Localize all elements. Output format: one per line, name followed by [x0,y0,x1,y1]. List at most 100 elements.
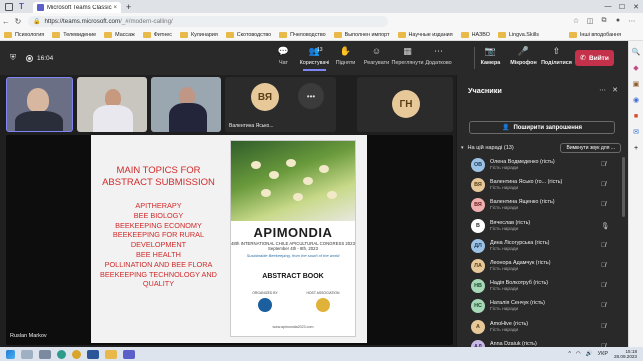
host-association-label: HOST ASSOCIATION [306,291,340,295]
bookmark-folder[interactable]: Скотоводство [225,31,271,38]
view-button[interactable]: ▦ Переглянути [392,45,424,66]
word-icon[interactable] [87,349,99,359]
speaker-icon[interactable]: 🔊 [586,351,593,357]
participants-panel: Учасники ⋯ ✕ 👤 Поширити запрошення ▾ На … [456,75,629,354]
chrome-icon[interactable] [72,349,81,359]
participant-row[interactable]: ВЯ Валентина Ященко (гість) Гість наради 🎙̸ [457,195,629,215]
video-tile-self[interactable] [6,77,73,132]
briefcase-icon[interactable]: ▣ [633,77,640,93]
chevron-up-icon[interactable]: ^ [568,351,571,357]
search-icon[interactable]: 🔍 [632,45,641,61]
browser-tab[interactable]: Microsoft Teams Classic × [33,2,121,13]
language-indicator[interactable]: УКР [598,351,608,357]
clock[interactable]: 15:18 28.09.2023 [614,349,637,359]
refresh-icon[interactable]: ↻ [12,17,24,26]
mute-all-button[interactable]: Вимкнути звук для ... [560,143,621,153]
microphone-button[interactable]: 🎤 Мікрофон [507,45,540,66]
bookmark-folder[interactable]: Lingva.Skills [497,31,539,38]
teams-icon[interactable] [123,349,135,359]
bookmark-folder[interactable]: Пчеловодство [279,31,326,38]
task-view-icon[interactable] [39,349,51,359]
avatar: А [471,319,485,334]
collections-icon[interactable]: ⧉ [597,17,611,25]
bookmark-folder[interactable]: Фитнес [142,31,172,38]
participants-button[interactable]: 👥 13 Користувачі [299,45,330,71]
presentation-slide: MAIN TOPICS FOR ABSTRACT SUBMISSION APIT… [91,135,367,343]
tag-icon[interactable]: ◆ [633,61,638,77]
wifi-icon[interactable]: ◠ [576,351,581,357]
bookmark-folder[interactable]: Психология [4,31,44,38]
microphone-status-icon[interactable]: 🎙̸ [601,302,606,309]
workspaces-icon[interactable] [5,2,13,11]
avatar-tile[interactable]: ГН [357,77,453,132]
bookmark-folder[interactable]: НАЗВО [460,31,490,38]
other-bookmarks-folder[interactable]: Інші вподобання [568,32,621,38]
in-meeting-section-header[interactable]: ▾ На цій нараді (13) Вимкнути звук для .… [461,142,621,154]
meeting-toolbar: ⛨ 16:04 💬 Чат 👥 13 Користувачі ✋ Підняти… [0,41,628,75]
bookmark-folder[interactable]: Выполнен импорт [333,31,390,38]
share-invite-button[interactable]: 👤 Поширити запрошення [469,121,615,134]
leave-button[interactable]: ✆ Вийти [575,50,614,66]
bookmark-folder[interactable]: Телевидение [52,31,96,38]
maximize-icon[interactable]: ☐ [615,3,629,11]
avatar: ВЯ [251,83,279,111]
games-icon[interactable]: ◉ [633,93,639,109]
participant-row[interactable]: В Вячеслав (гість) Гість наради 🎙 [457,216,629,236]
outlook-icon[interactable]: ✉ [633,125,639,141]
close-icon[interactable]: ✕ [612,86,618,94]
tab-close-icon[interactable]: × [113,5,117,11]
start-icon[interactable] [6,349,15,359]
raise-hand-button[interactable]: ✋ Підняти [330,45,361,66]
tab-title: Microsoft Teams Classic [47,4,112,11]
participant-row[interactable]: НВ Надія Волкотруб (гість) Гість наради 🎙̸ [457,276,629,296]
more-participants-tile[interactable]: ••• [286,77,336,132]
meeting-timer: 16:04 [37,54,54,62]
participant-row[interactable]: ЛА Леонора Адамчук (гість) Гість наради 🎙̸ [457,256,629,276]
more-actions-button[interactable]: ⋯ Додатково [423,45,454,66]
participant-row[interactable]: НС Наталія Сенчук (гість) Гість наради 🎙̸ [457,296,629,316]
office-icon[interactable]: ■ [634,109,638,125]
participant-row[interactable]: ОВ Олена Водмеденко (гість) Гість наради 🎙̸ [457,155,629,175]
add-icon[interactable]: + [634,141,638,157]
participant-row[interactable]: ДЛ Дина Лісогурська (гість) Гість наради 🎙̸ [457,236,629,256]
camera-button[interactable]: 📷 Камера [474,45,507,66]
participant-video [27,88,49,112]
topic-item: QUALITY [142,279,175,289]
more-options-icon[interactable]: ⋯ [599,86,606,94]
microphone-status-icon[interactable]: 🎙̸ [601,242,606,249]
profile-icon[interactable]: ● [611,17,625,25]
participant-row[interactable]: ВЯ Валентина Ясько (го... (гість) Гість на… [457,175,629,195]
microphone-status-icon[interactable]: 🎙 [601,222,609,230]
microphone-status-icon[interactable]: 🎙̸ [601,282,606,289]
url-field[interactable]: 🔒 https://teams.microsoft.com/_#/modern-… [28,15,388,27]
back-icon[interactable]: ← [0,17,12,26]
bookmark-folder[interactable]: Массаж [104,31,135,38]
microphone-status-icon[interactable]: 🎙̸ [601,262,606,269]
share-button[interactable]: ⇧ Поділитися [540,45,573,66]
chat-button[interactable]: 💬 Чат [268,45,299,66]
new-tab-button[interactable]: + [126,2,131,12]
minimize-icon[interactable]: — [601,3,615,11]
microphone-status-icon[interactable]: 🎙̸ [601,181,606,188]
scrollbar[interactable] [622,157,625,217]
microphone-status-icon[interactable]: 🎙̸ [601,161,606,168]
close-window-icon[interactable]: ✕ [629,3,643,11]
explorer-icon[interactable] [105,349,117,359]
phone-icon: ✆ [580,55,586,62]
split-screen-icon[interactable]: ◫ [583,17,597,25]
edge-icon[interactable] [57,349,66,359]
bookmark-folder[interactable]: Кулинария [179,31,218,38]
video-tile-participant[interactable] [77,77,147,132]
microphone-status-icon[interactable]: 🎙̸ [601,201,606,208]
video-tile-participant[interactable] [151,77,221,132]
bookmark-folder[interactable]: Научные издания [397,31,453,38]
organized-by-label: ORGANIZED BY [252,291,278,295]
favorites-star-icon[interactable]: ☆ [569,17,583,25]
search-icon[interactable] [21,349,33,359]
camera-off-icon: 📷 [484,46,497,56]
settings-more-icon[interactable]: ⋯ [625,17,639,25]
participant-row[interactable]: А AmoHive (гість) Гість наради 🎙̸ [457,317,629,337]
microphone-status-icon[interactable]: 🎙̸ [601,323,606,330]
hand-icon: ✋ [339,46,352,56]
react-button[interactable]: ☺ Реагувати [361,45,392,66]
